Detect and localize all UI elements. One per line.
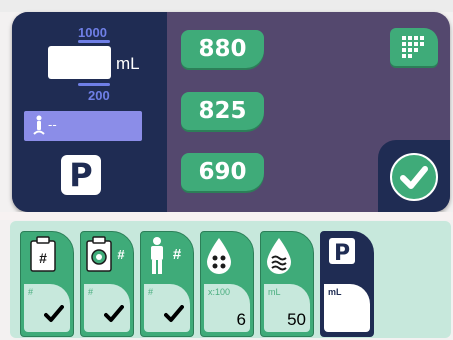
person-icon: # <box>141 232 193 287</box>
parking-button[interactable]: P <box>61 155 101 195</box>
patient-value: -- <box>48 117 57 132</box>
preset-button-1[interactable]: 880 <box>181 30 264 68</box>
card-person-body: # <box>144 284 190 332</box>
card-person-mark: # <box>173 246 182 263</box>
card-drops-sub: x:100 <box>208 287 231 297</box>
card-camera-mark: # <box>117 247 125 262</box>
volume-max-label: 1000 <box>78 25 107 40</box>
card-drops-body: x:100 6 <box>204 284 250 332</box>
keypad-icon <box>402 36 426 63</box>
volume-panel: 1000 mL 200 -- P 880 825 690 <box>12 12 450 212</box>
card-drops-value: 6 <box>236 310 246 329</box>
volume-unit: mL <box>116 54 140 73</box>
parking-icon: P <box>321 232 373 287</box>
card-volume[interactable]: mL 50 <box>260 231 314 337</box>
volume-min-label: 200 <box>88 88 110 103</box>
volume-input-area: 1000 mL 200 -- P <box>12 12 167 212</box>
card-parking-body: mL <box>324 284 370 332</box>
card-volume-value: 50 <box>287 310 306 329</box>
clipboard-icon: # <box>21 232 73 287</box>
patient-stand-icon <box>32 115 46 140</box>
patient-selector[interactable]: -- <box>24 111 142 141</box>
card-volume-sub: mL <box>268 287 281 297</box>
card-tray: # # # # # # x:100 6 mL 50 P mL <box>10 221 451 338</box>
range-min-bar <box>78 83 110 86</box>
preset-button-3[interactable]: 690 <box>181 153 264 191</box>
confirm-area <box>378 140 450 212</box>
card-parking-sub: mL <box>328 287 342 297</box>
preset-button-2[interactable]: 825 <box>181 92 264 130</box>
card-parking-mark: P <box>334 241 350 266</box>
divider <box>0 212 453 220</box>
fluid-drop-icon <box>261 232 313 287</box>
confirm-button[interactable] <box>390 153 438 201</box>
camera-icon: # <box>81 232 133 287</box>
checkmark-icon <box>44 305 64 328</box>
card-clipboard-mark: # <box>39 250 47 266</box>
range-max-bar <box>78 40 110 43</box>
volume-input[interactable] <box>48 46 111 79</box>
card-clipboard-body: # <box>24 284 70 332</box>
card-clipboard[interactable]: # # <box>20 231 74 337</box>
checkmark-icon <box>164 305 184 328</box>
checkmark-icon <box>400 166 428 189</box>
card-camera-body: # <box>84 284 130 332</box>
card-camera[interactable]: # # <box>80 231 134 337</box>
card-person-sub: # <box>148 287 154 297</box>
top-background <box>0 0 453 12</box>
keypad-button[interactable] <box>390 28 438 66</box>
card-clipboard-sub: # <box>28 287 34 297</box>
card-camera-sub: # <box>88 287 94 297</box>
checkmark-icon <box>104 305 124 328</box>
card-drops[interactable]: x:100 6 <box>200 231 254 337</box>
card-volume-body: mL 50 <box>264 284 310 332</box>
drop-icon <box>201 232 253 287</box>
card-person[interactable]: # # <box>140 231 194 337</box>
card-parking[interactable]: P mL <box>320 231 374 337</box>
